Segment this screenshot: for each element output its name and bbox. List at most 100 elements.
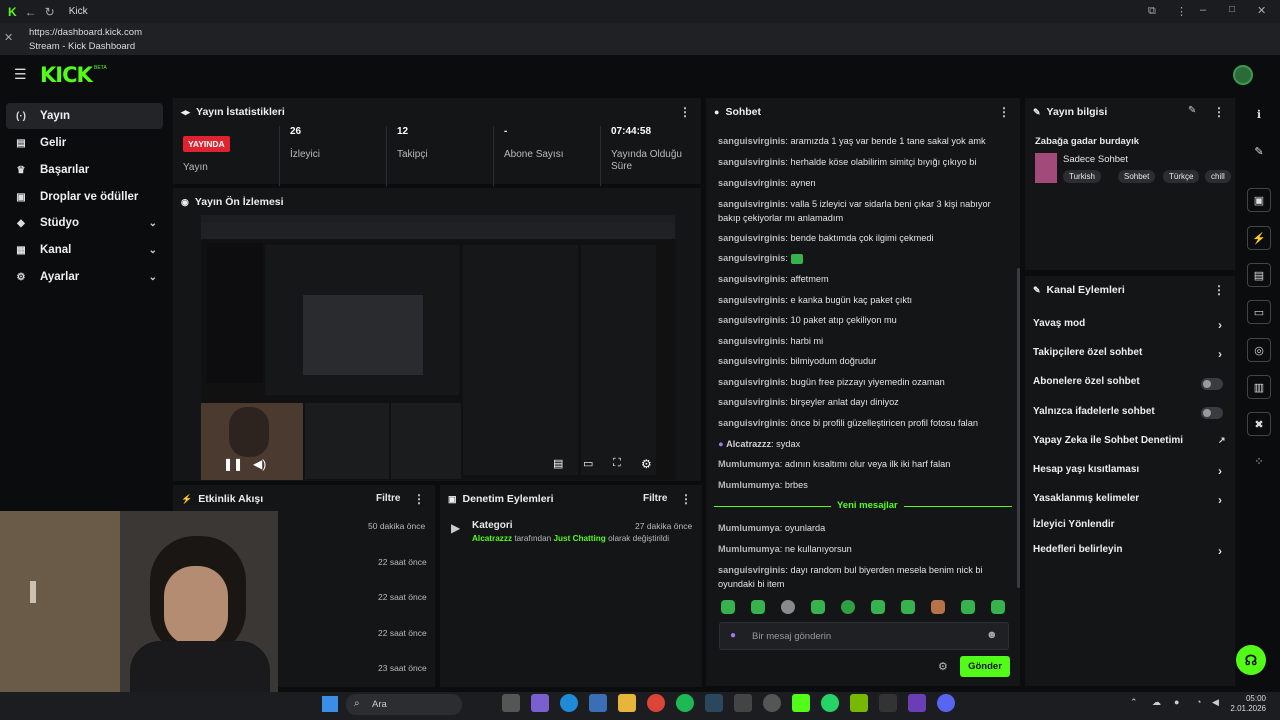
- clock[interactable]: 05:00 2.01.2026: [1226, 694, 1266, 714]
- edge-icon[interactable]: [560, 694, 578, 712]
- speaker-icon[interactable]: ◀: [1212, 697, 1219, 708]
- windows-start-icon[interactable]: [322, 696, 338, 712]
- chat-username[interactable]: sanguisvirginis: [718, 136, 785, 146]
- app-icon[interactable]: [879, 694, 897, 712]
- share-icon[interactable]: ⧉: [1148, 5, 1156, 18]
- channel-action-item[interactable]: Yapay Zeka ile Sohbet Denetimi ↗: [1033, 435, 1226, 446]
- more-icon[interactable]: ⋮: [679, 105, 691, 119]
- tray-chevron-icon[interactable]: ⌃: [1130, 697, 1138, 708]
- emote-icon[interactable]: [961, 600, 975, 614]
- chat-username[interactable]: Alcatrazzz: [726, 439, 771, 449]
- emote-icon[interactable]: [871, 600, 885, 614]
- close-window-icon[interactable]: ✕: [1257, 4, 1266, 17]
- close-icon[interactable]: ✕: [4, 31, 13, 44]
- chat-input[interactable]: ● Bir mesaj gönderin ☻: [719, 622, 1009, 650]
- chat-username[interactable]: sanguisvirginis: [718, 565, 785, 575]
- discord-icon[interactable]: [937, 694, 955, 712]
- apps-icon[interactable]: ⁘: [1247, 450, 1271, 474]
- minimize-icon[interactable]: –: [1200, 4, 1206, 16]
- chat-username[interactable]: sanguisvirginis: [718, 199, 785, 209]
- info-icon[interactable]: ℹ: [1247, 103, 1271, 127]
- filter-button[interactable]: Filtre: [376, 493, 400, 504]
- channel-action-item[interactable]: Yasaklanmış kelimeler ›: [1033, 493, 1222, 507]
- mic-tray-icon[interactable]: ●: [1174, 697, 1179, 707]
- wifi-icon[interactable]: ◔: [1196, 697, 1201, 707]
- emote-icon[interactable]: [781, 600, 795, 614]
- stats-icon[interactable]: ▥: [1247, 375, 1271, 399]
- sidebar-item-ayarlar[interactable]: ⚙ Ayarlar ⌄: [6, 264, 163, 290]
- more-icon[interactable]: ⋮: [413, 492, 425, 506]
- support-icon[interactable]: ☊: [1236, 645, 1266, 675]
- channel-action-item[interactable]: Yalnızca ifadelerle sohbet: [1033, 406, 1155, 417]
- tag[interactable]: Turkish: [1063, 170, 1101, 183]
- chat-username[interactable]: sanguisvirginis: [718, 253, 785, 263]
- sidebar-item-gelir[interactable]: ▤ Gelir: [6, 130, 163, 156]
- theater-icon[interactable]: ▭: [583, 457, 593, 470]
- whatsapp-icon[interactable]: [821, 694, 839, 712]
- tag[interactable]: Türkçe: [1163, 170, 1200, 183]
- chat-scrollbar[interactable]: [1017, 268, 1020, 588]
- url-text[interactable]: https://dashboard.kick.com: [29, 27, 142, 38]
- avatar[interactable]: [1233, 65, 1253, 85]
- sidebar-item-studyo[interactable]: ◆ Stüdyo ⌄: [6, 210, 163, 236]
- steam-icon[interactable]: [705, 694, 723, 712]
- chat-username[interactable]: sanguisvirginis: [718, 178, 785, 188]
- menu-icon[interactable]: ☰: [14, 66, 27, 83]
- chat-username[interactable]: sanguisvirginis: [718, 274, 785, 284]
- broadcast-icon[interactable]: ◎: [1247, 338, 1271, 362]
- chat-username[interactable]: sanguisvirginis: [718, 418, 785, 428]
- chat-username[interactable]: sanguisvirginis: [718, 377, 785, 387]
- visual-studio-icon[interactable]: [908, 694, 926, 712]
- clip-icon[interactable]: ▤: [553, 457, 563, 470]
- chat-username[interactable]: Mumlumumya: [718, 544, 780, 554]
- volume-icon[interactable]: ◀): [253, 457, 266, 471]
- wrench-icon[interactable]: ✖: [1247, 412, 1271, 436]
- emoji-icon[interactable]: ☻: [986, 629, 998, 641]
- sidebar-item-yayin[interactable]: (·) Yayın: [6, 103, 163, 129]
- maximize-icon[interactable]: □: [1229, 4, 1235, 15]
- chat-username[interactable]: sanguisvirginis: [718, 295, 785, 305]
- chat-username[interactable]: sanguisvirginis: [718, 356, 785, 366]
- emote-icon[interactable]: [841, 600, 855, 614]
- tag[interactable]: Sohbet: [1118, 170, 1156, 183]
- layout-icon[interactable]: ▣: [1247, 188, 1271, 212]
- app-icon[interactable]: [734, 694, 752, 712]
- back-icon[interactable]: ←: [25, 5, 37, 19]
- document-icon[interactable]: ▤: [1247, 263, 1271, 287]
- sidebar-item-basarilar[interactable]: ♛ Başarılar: [6, 157, 163, 183]
- microphone-icon[interactable]: ●: [730, 630, 736, 641]
- tag[interactable]: chill: [1205, 170, 1231, 183]
- emote-icon[interactable]: [811, 600, 825, 614]
- fullscreen-icon[interactable]: ⛶: [613, 457, 621, 470]
- emote-icon[interactable]: [931, 600, 945, 614]
- chat-username[interactable]: sanguisvirginis: [718, 315, 785, 325]
- emote-icon[interactable]: [751, 600, 765, 614]
- filter-button[interactable]: Filtre: [643, 493, 667, 504]
- channel-action-item[interactable]: Yavaş mod ›: [1033, 318, 1222, 332]
- kick-logo[interactable]: KICK: [40, 63, 93, 87]
- channel-action-item[interactable]: Takipçilere özel sohbet ›: [1033, 347, 1222, 361]
- channel-action-item[interactable]: Hedefleri belirleyin ›: [1033, 544, 1222, 558]
- pause-icon[interactable]: ❚❚: [223, 457, 243, 471]
- more-icon[interactable]: ⋮: [1213, 283, 1225, 297]
- channel-action-item[interactable]: Hesap yaşı kısıtlaması ›: [1033, 464, 1222, 478]
- chrome-icon[interactable]: [647, 694, 665, 712]
- obs-icon[interactable]: [763, 694, 781, 712]
- sidebar-item-droplar[interactable]: ▣ Droplar ve ödüller: [6, 184, 163, 210]
- pencil-icon[interactable]: ✎: [1247, 140, 1271, 164]
- nvidia-icon[interactable]: [850, 694, 868, 712]
- emote-icon[interactable]: [991, 600, 1005, 614]
- chat-username[interactable]: sanguisvirginis: [718, 397, 785, 407]
- cloud-icon[interactable]: ☁: [1152, 697, 1161, 708]
- emote-icon[interactable]: [901, 600, 915, 614]
- lightning-icon[interactable]: ⚡: [1247, 226, 1271, 250]
- subscriber-only-toggle[interactable]: [1201, 378, 1223, 390]
- reload-icon[interactable]: ↻: [45, 5, 55, 19]
- store-icon[interactable]: [589, 694, 607, 712]
- chat-icon[interactable]: ▭: [1247, 300, 1271, 324]
- chat-username[interactable]: sanguisvirginis: [718, 157, 785, 167]
- kick-taskbar-icon[interactable]: [792, 694, 810, 712]
- chat-username[interactable]: Mumlumumya: [718, 459, 780, 469]
- chat-username[interactable]: sanguisvirginis: [718, 233, 785, 243]
- channel-action-item[interactable]: İzleyici Yönlendir: [1033, 519, 1115, 530]
